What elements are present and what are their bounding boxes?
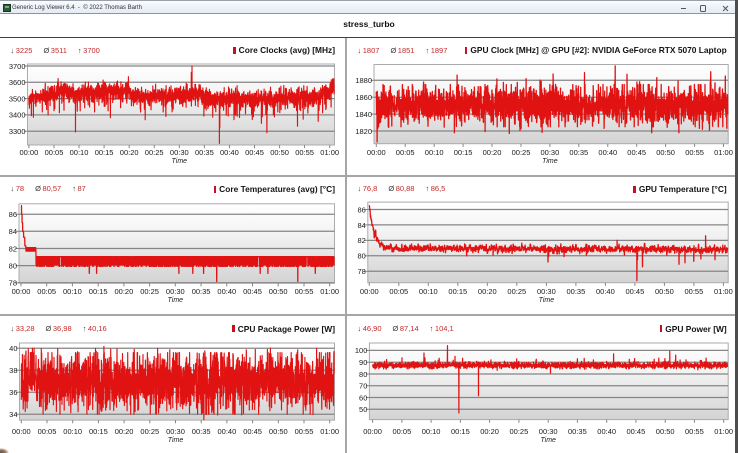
svg-text:1880: 1880 (355, 76, 372, 85)
svg-text:90: 90 (359, 358, 367, 367)
svg-text:3300: 3300 (9, 127, 26, 136)
svg-text:36: 36 (9, 388, 17, 397)
svg-text:80: 80 (9, 261, 17, 270)
svg-text:86: 86 (357, 205, 365, 214)
svg-text:84: 84 (357, 221, 365, 230)
svg-text:80: 80 (359, 370, 367, 379)
svg-text:70: 70 (359, 382, 367, 391)
svg-text:50: 50 (359, 405, 367, 414)
svg-text:40: 40 (9, 344, 17, 353)
svg-text:34: 34 (9, 410, 17, 419)
svg-text:3400: 3400 (9, 111, 26, 120)
svg-text:3500: 3500 (9, 94, 26, 103)
svg-text:82: 82 (357, 236, 365, 245)
svg-text:38: 38 (9, 366, 17, 375)
svg-text:1860: 1860 (355, 93, 372, 102)
svg-text:3700: 3700 (9, 62, 26, 71)
svg-text:60: 60 (359, 393, 367, 402)
svg-text:1820: 1820 (355, 127, 372, 136)
svg-text:86: 86 (9, 210, 17, 219)
svg-text:78: 78 (357, 267, 365, 276)
svg-text:100: 100 (355, 346, 368, 355)
svg-text:84: 84 (9, 227, 17, 236)
svg-text:3600: 3600 (9, 78, 26, 87)
svg-text:82: 82 (9, 244, 17, 253)
svg-text:1840: 1840 (355, 110, 372, 119)
svg-text:80: 80 (357, 252, 365, 261)
